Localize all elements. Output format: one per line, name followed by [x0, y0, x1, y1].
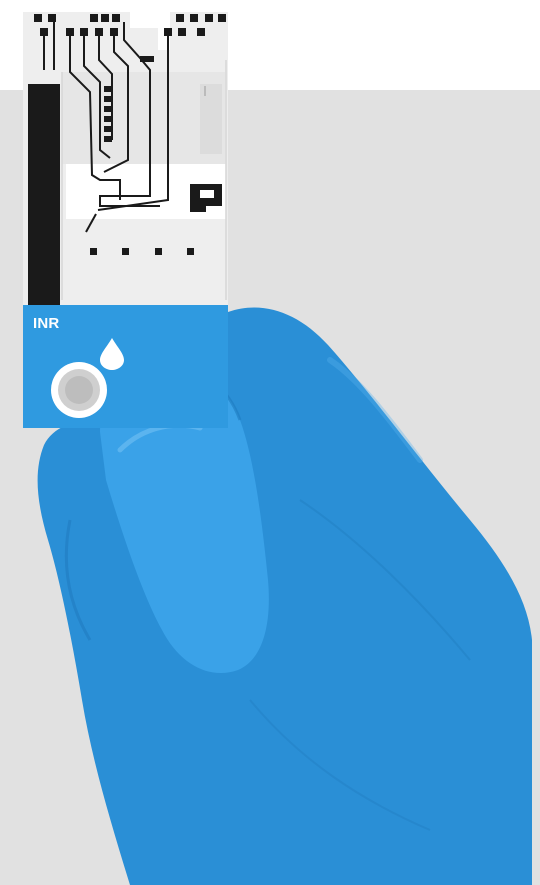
test-strip: [23, 12, 228, 428]
test-strip-photo: INR: [0, 0, 540, 885]
illustration: [23, 12, 532, 885]
sample-well-icon: [51, 362, 107, 418]
strip-label: INR: [33, 315, 60, 332]
reference-bar: [28, 84, 60, 306]
